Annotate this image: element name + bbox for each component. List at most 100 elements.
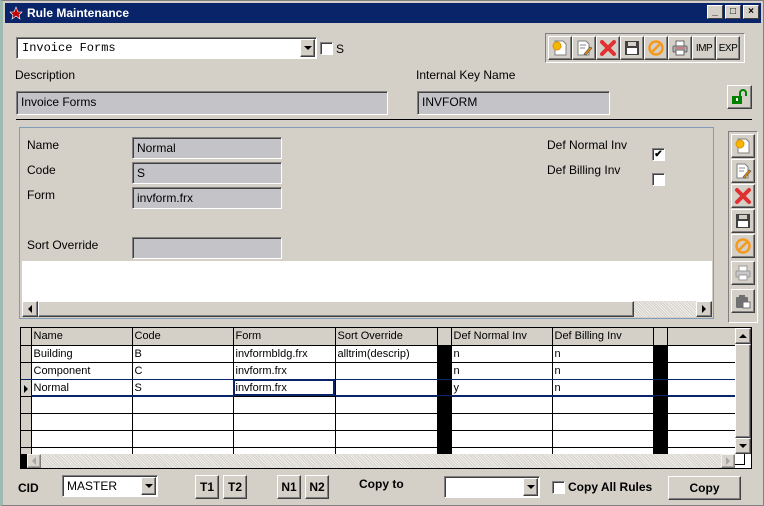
col-header-form[interactable]: Form: [233, 328, 336, 346]
copy-button[interactable]: Copy: [668, 476, 741, 500]
t2-button[interactable]: T2: [223, 475, 247, 499]
cell-empty[interactable]: [233, 396, 336, 414]
name-field[interactable]: Normal: [132, 137, 282, 159]
detail-horizontal-scrollbar[interactable]: [22, 301, 712, 317]
cell-form[interactable]: invform.frx: [233, 379, 336, 397]
cell-def-billing-inv[interactable]: n: [552, 345, 654, 363]
cell-empty[interactable]: [552, 413, 654, 431]
row-header[interactable]: [21, 430, 32, 448]
cell-empty[interactable]: [31, 413, 133, 431]
col-header-def-normal-inv[interactable]: Def Normal Inv: [451, 328, 553, 346]
def-normal-inv-checkbox[interactable]: ✔: [652, 148, 665, 161]
cell-def-normal-inv[interactable]: n: [451, 345, 553, 363]
cell-empty[interactable]: [335, 413, 438, 431]
side-print-button[interactable]: [731, 261, 755, 285]
cell-def-normal-inv[interactable]: y: [451, 378, 553, 397]
table-row[interactable]: Component C invform.frx n n: [21, 362, 745, 380]
table-row-empty[interactable]: [21, 396, 745, 414]
row-header-current[interactable]: [21, 379, 32, 397]
t1-button[interactable]: T1: [195, 475, 219, 499]
cell-def-normal-inv[interactable]: n: [451, 362, 553, 380]
internal-key-field[interactable]: INVFORM: [417, 91, 610, 115]
export-button[interactable]: EXP: [716, 36, 740, 60]
print-button[interactable]: [668, 36, 692, 60]
close-button[interactable]: ×: [743, 5, 759, 19]
minimize-button[interactable]: _: [707, 5, 723, 19]
side-delete-button[interactable]: [731, 184, 755, 208]
cell-sort-override[interactable]: [335, 362, 438, 380]
side-save-button[interactable]: [731, 209, 755, 233]
grid-vertical-scrollbar[interactable]: [735, 328, 751, 454]
row-header[interactable]: [21, 396, 32, 414]
sort-override-field[interactable]: [132, 237, 282, 259]
side-clipboard-button[interactable]: [731, 289, 755, 313]
cell-empty[interactable]: [451, 413, 553, 431]
cell-empty[interactable]: [451, 430, 553, 448]
cell-empty[interactable]: [132, 413, 234, 431]
cell-empty[interactable]: [335, 430, 438, 448]
copy-to-select[interactable]: [444, 476, 540, 498]
row-header[interactable]: [21, 413, 32, 431]
cell-code[interactable]: B: [132, 345, 234, 363]
cell-empty[interactable]: [451, 396, 553, 414]
cid-dropdown-button[interactable]: [141, 477, 156, 495]
rule-select[interactable]: Invoice Forms: [16, 37, 317, 59]
cell-form[interactable]: invformbldg.frx: [233, 345, 336, 363]
col-header-code[interactable]: Code: [132, 328, 234, 346]
save-button[interactable]: [620, 36, 644, 60]
import-button[interactable]: IMP: [692, 36, 716, 60]
cell-empty[interactable]: [31, 430, 133, 448]
cell-empty[interactable]: [31, 396, 133, 414]
side-new-button[interactable]: [731, 134, 755, 158]
cell-sort-override[interactable]: [335, 378, 438, 397]
cell-name[interactable]: Normal: [31, 378, 133, 397]
table-row[interactable]: Building B invformbldg.frx alltrim(descr…: [21, 345, 745, 363]
side-cancel-button[interactable]: [731, 234, 755, 258]
maximize-button[interactable]: □: [725, 5, 741, 19]
row-header[interactable]: [21, 345, 32, 363]
cell-empty[interactable]: [233, 413, 336, 431]
row-header[interactable]: [21, 362, 32, 380]
def-billing-inv-checkbox[interactable]: [652, 173, 665, 186]
cell-code[interactable]: S: [132, 378, 234, 397]
cell-empty[interactable]: [552, 430, 654, 448]
table-row-selected[interactable]: Normal S invform.frx y n: [21, 378, 745, 397]
scroll-track[interactable]: [634, 301, 696, 317]
code-field[interactable]: S: [132, 162, 282, 184]
cancel-button[interactable]: [644, 36, 668, 60]
delete-button[interactable]: [596, 36, 620, 60]
grid-horizontal-scrollbar[interactable]: [21, 454, 735, 468]
scroll-right-button[interactable]: [696, 301, 712, 317]
cell-empty[interactable]: [132, 396, 234, 414]
grid-scroll-up-button[interactable]: [735, 328, 751, 344]
grid-scroll-thumb[interactable]: [735, 344, 751, 438]
cell-empty[interactable]: [132, 430, 234, 448]
description-field[interactable]: Invoice Forms: [16, 91, 388, 115]
grid-scroll-down-button[interactable]: [735, 438, 751, 454]
scroll-thumb[interactable]: [38, 301, 634, 317]
rule-select-dropdown-button[interactable]: [300, 39, 315, 57]
table-row-empty[interactable]: [21, 413, 745, 431]
grid-scroll-right-button[interactable]: [721, 454, 735, 468]
new-button[interactable]: [548, 36, 572, 60]
cell-def-billing-inv[interactable]: n: [552, 362, 654, 380]
s-checkbox[interactable]: [320, 42, 333, 55]
cell-code[interactable]: C: [132, 362, 234, 380]
edit-button[interactable]: [572, 36, 596, 60]
n2-button[interactable]: N2: [305, 475, 329, 499]
col-header-name[interactable]: Name: [31, 328, 133, 346]
cell-empty[interactable]: [233, 430, 336, 448]
cell-empty[interactable]: [552, 396, 654, 414]
cell-empty[interactable]: [335, 396, 438, 414]
scroll-left-button[interactable]: [22, 301, 38, 317]
col-header-def-billing-inv[interactable]: Def Billing Inv: [552, 328, 654, 346]
form-field[interactable]: invform.frx: [132, 187, 282, 209]
cell-sort-override[interactable]: alltrim(descrip): [335, 345, 438, 363]
n1-button[interactable]: N1: [277, 475, 301, 499]
copy-to-dropdown-button[interactable]: [523, 478, 538, 496]
table-row-empty[interactable]: [21, 430, 745, 448]
cell-def-billing-inv[interactable]: n: [552, 378, 654, 397]
side-edit-button[interactable]: [731, 159, 755, 183]
cell-form[interactable]: invform.frx: [233, 362, 336, 380]
lock-button[interactable]: [727, 85, 752, 109]
